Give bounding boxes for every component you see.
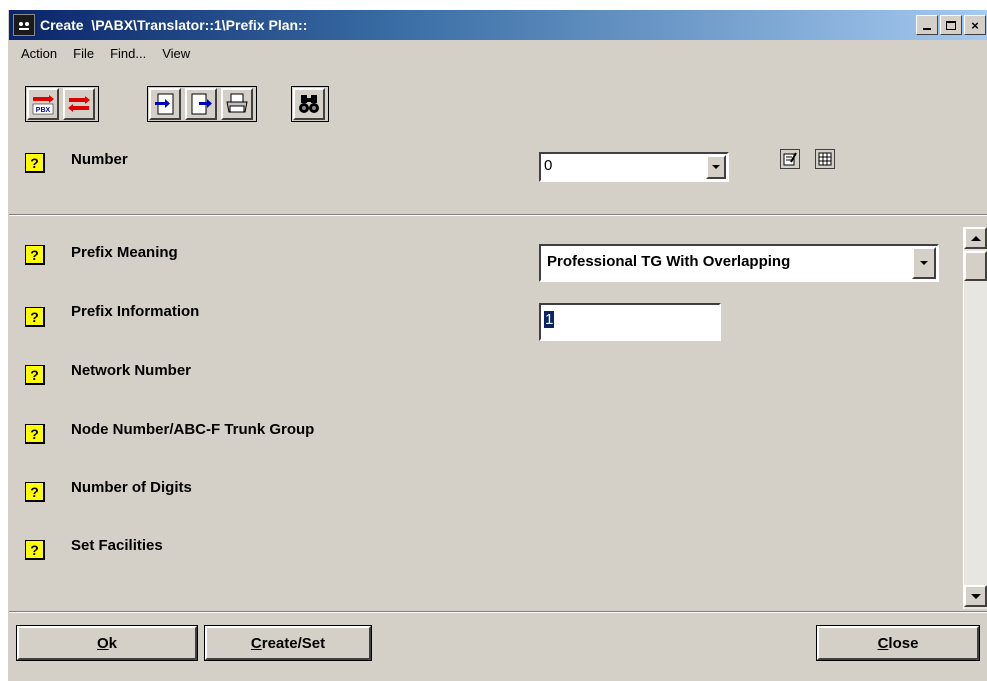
help-glyph: ? (30, 308, 39, 325)
transfer-arrows-icon (68, 96, 90, 112)
help-glyph: ? (30, 483, 39, 500)
title-bar[interactable]: Create \PABX\Translator::1\Prefix Plan::… (9, 10, 987, 40)
close-icon: × (971, 17, 979, 33)
binoculars-icon (299, 95, 319, 113)
export-button[interactable] (185, 88, 217, 120)
arrow-up-icon (970, 235, 981, 241)
import-document-icon (155, 93, 174, 115)
help-glyph: ? (30, 246, 39, 263)
network-number-label: Network Number (71, 362, 192, 379)
grid-table-icon (818, 152, 832, 166)
prefix-meaning-dropdown-button[interactable] (912, 247, 936, 279)
prefix-information-input[interactable]: 1 (539, 303, 721, 341)
create-prefix-plan-window: Create \PABX\Translator::1\Prefix Plan::… (8, 10, 987, 681)
section-divider (9, 214, 987, 216)
number-select[interactable]: 0 (539, 152, 729, 182)
chevron-down-icon (712, 165, 720, 169)
transfer-button[interactable] (63, 88, 95, 120)
edit-note-icon (783, 152, 797, 166)
help-glyph: ? (30, 541, 39, 558)
window-title: Create \PABX\Translator::1\Prefix Plan:: (40, 17, 308, 33)
scroll-down-button[interactable] (964, 585, 987, 607)
ok-button[interactable]: Ok (16, 625, 198, 661)
prefix-meaning-select[interactable]: Professional TG With Overlapping (539, 244, 939, 282)
minimize-button[interactable] (916, 15, 938, 35)
menu-view[interactable]: View (154, 46, 198, 61)
close-window-button[interactable]: × (964, 15, 986, 35)
ok-button-label: Ok (96, 634, 117, 652)
scroll-thumb[interactable] (964, 251, 987, 281)
help-button-number[interactable]: ? (25, 153, 45, 173)
menu-file[interactable]: File (65, 46, 102, 61)
help-button-node-number[interactable]: ? (25, 424, 45, 444)
minimize-icon (923, 28, 931, 30)
menu-bar: Action File Find... View (9, 42, 198, 64)
prefix-information-label: Prefix Information (71, 303, 200, 320)
create-set-button[interactable]: Create/Set (204, 625, 372, 661)
maximize-icon (946, 20, 956, 30)
vertical-scrollbar[interactable] (963, 227, 987, 609)
number-of-digits-label: Number of Digits (71, 479, 192, 496)
pbx-label: PBX (36, 107, 51, 114)
chevron-down-icon (920, 261, 928, 265)
pbx-connect-icon: PBX (32, 95, 54, 115)
prefix-information-value: 1 (544, 311, 555, 328)
pabx-app-icon-graphic (16, 19, 32, 31)
number-label: Number (71, 151, 128, 168)
help-glyph: ? (30, 366, 39, 383)
edit-number-button[interactable] (780, 149, 800, 169)
find-button[interactable] (293, 88, 325, 120)
help-button-set-facilities[interactable]: ? (25, 540, 45, 560)
help-button-prefix-information[interactable]: ? (25, 307, 45, 327)
menu-find[interactable]: Find... (102, 46, 154, 61)
number-value: 0 (544, 157, 553, 174)
prefix-meaning-value: Professional TG With Overlapping (547, 253, 791, 270)
import-button[interactable] (149, 88, 181, 120)
menu-action[interactable]: Action (13, 46, 65, 61)
footer-divider (9, 611, 987, 613)
help-button-prefix-meaning[interactable]: ? (25, 245, 45, 265)
help-glyph: ? (30, 425, 39, 442)
arrow-down-icon (970, 593, 981, 599)
help-button-number-of-digits[interactable]: ? (25, 482, 45, 502)
node-number-label: Node Number/ABC-F Trunk Group (71, 421, 315, 438)
help-button-network-number[interactable]: ? (25, 365, 45, 385)
export-document-icon (191, 93, 212, 115)
grid-view-button[interactable] (815, 149, 835, 169)
set-facilities-label: Set Facilities (71, 537, 163, 554)
close-button-label: Close (877, 634, 919, 652)
printer-icon (226, 93, 248, 113)
prefix-meaning-label: Prefix Meaning (71, 244, 178, 261)
print-button[interactable] (221, 88, 253, 120)
help-glyph: ? (30, 154, 39, 171)
pabx-app-icon[interactable] (13, 14, 35, 36)
number-dropdown-button[interactable] (706, 155, 726, 179)
close-button[interactable]: Close (816, 625, 980, 661)
pbx-connect-button[interactable]: PBX (27, 88, 59, 120)
maximize-button[interactable] (940, 15, 962, 35)
create-set-button-label: Create/Set (250, 634, 326, 652)
scroll-up-button[interactable] (964, 227, 987, 249)
